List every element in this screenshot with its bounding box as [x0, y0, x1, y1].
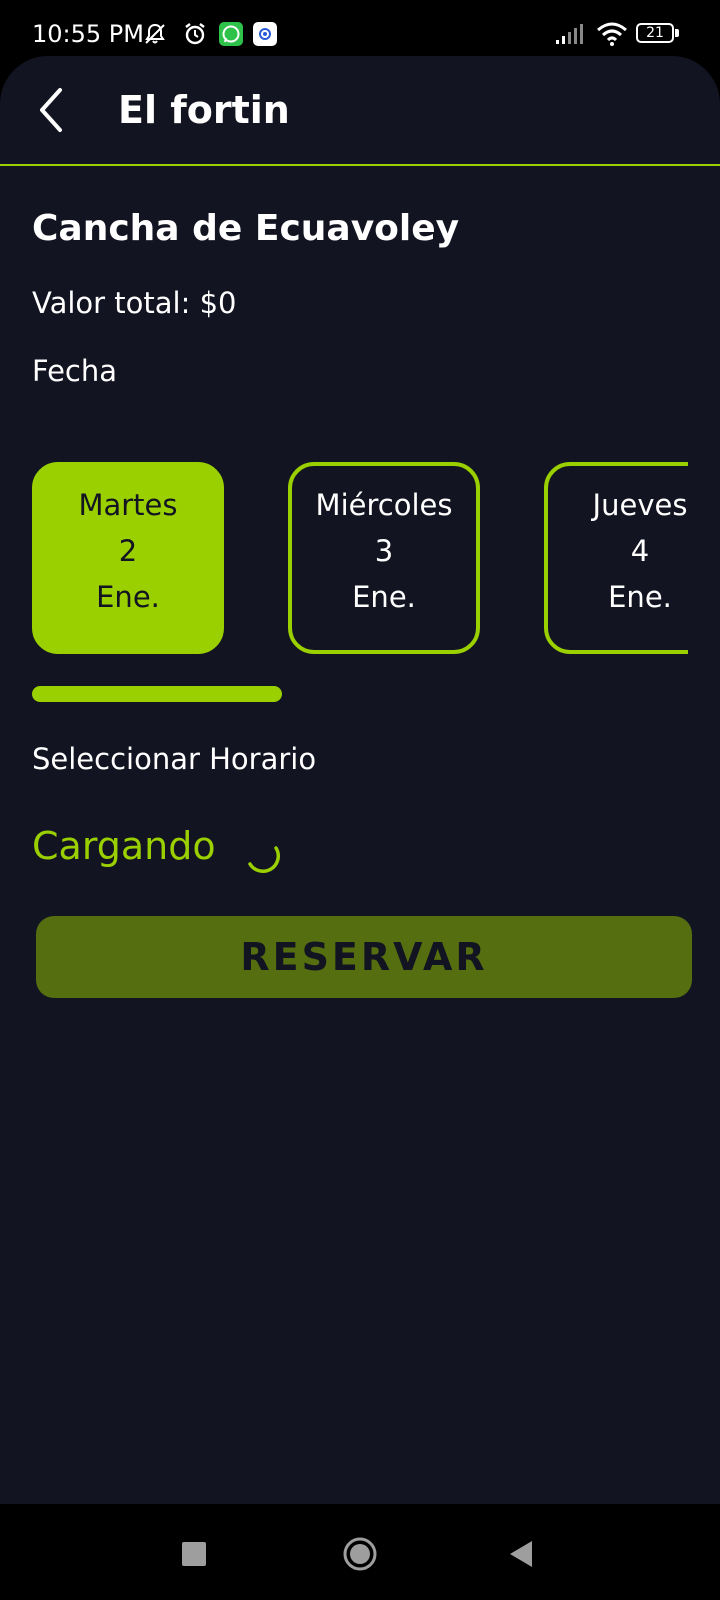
alarm-icon	[182, 21, 208, 47]
date-scroll-indicator[interactable]	[32, 686, 282, 702]
date-chip-day: Jueves	[592, 488, 688, 522]
schedule-section-label: Seleccionar Horario	[32, 742, 317, 776]
app-header: El fortin	[0, 56, 720, 166]
whatsapp-icon	[218, 21, 244, 47]
reserve-button[interactable]: RESERVAR	[36, 916, 692, 998]
battery-icon: 21	[636, 23, 680, 45]
nav-back-button[interactable]	[502, 1534, 542, 1574]
recents-square-icon	[182, 1542, 206, 1566]
wifi-icon	[596, 21, 628, 47]
battery-level: 21	[646, 25, 664, 41]
date-chip-month: Ene.	[608, 580, 672, 614]
signal-icon	[554, 21, 588, 47]
date-section-label: Fecha	[32, 354, 118, 388]
total-value: Valor total: $0	[32, 286, 237, 320]
home-button[interactable]	[340, 1534, 380, 1574]
page-title: El fortin	[118, 88, 290, 132]
status-time: 10:55 PM	[32, 20, 144, 48]
phone-screen: 10:55 PM 21 El fortin Cancha de Ecuavole…	[0, 0, 720, 1600]
date-chip-number: 4	[630, 534, 650, 568]
battery-tip	[675, 29, 679, 37]
loading-text: Cargando	[32, 824, 216, 868]
back-button[interactable]	[30, 82, 78, 138]
bell-off-icon	[142, 21, 168, 47]
date-chip-miercoles[interactable]: Miércoles 3 Ene.	[288, 462, 480, 654]
chevron-left-icon	[40, 88, 62, 132]
app-notification-icon	[252, 21, 278, 47]
home-circle-icon	[343, 1537, 377, 1571]
date-chip-month: Ene.	[96, 580, 160, 614]
date-chip-day: Martes	[78, 488, 178, 522]
date-chip-month: Ene.	[352, 580, 416, 614]
loading-spinner-icon	[240, 832, 284, 876]
recents-button[interactable]	[174, 1534, 214, 1574]
date-chip-number: 2	[118, 534, 138, 568]
date-chip-number: 3	[374, 534, 394, 568]
venue-name: Cancha de Ecuavoley	[32, 208, 460, 249]
reservation-screen: El fortin Cancha de Ecuavoley Valor tota…	[0, 56, 720, 1504]
back-triangle-icon	[510, 1541, 532, 1567]
date-chip-day: Miércoles	[315, 488, 453, 522]
date-chip-jueves[interactable]: Jueves 4 Ene.	[544, 462, 688, 654]
system-nav-bar	[0, 1504, 720, 1600]
date-selector[interactable]: Martes 2 Ene. Miércoles 3 Ene. Jueves 4 …	[32, 462, 688, 658]
status-bar: 10:55 PM 21	[0, 0, 720, 56]
date-chip-martes[interactable]: Martes 2 Ene.	[32, 462, 224, 654]
